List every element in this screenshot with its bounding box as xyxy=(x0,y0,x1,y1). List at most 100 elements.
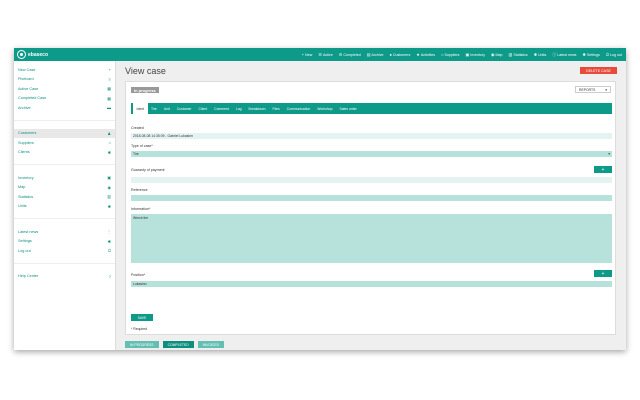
topnav-suppliers[interactable]: ⌂ Suppliers xyxy=(441,52,459,57)
sidebar-item-label: Map xyxy=(18,185,26,190)
save-button[interactable]: SAVE xyxy=(131,314,153,321)
sidebar-item-suppliers[interactable]: Suppliers ⌂ xyxy=(14,138,115,148)
tab-unit[interactable]: Unit xyxy=(160,103,173,114)
tab-communication[interactable]: Communication xyxy=(283,103,314,114)
sidebar-item-help-center[interactable]: Help Center? xyxy=(14,272,115,282)
sidebar-item-label: Customers xyxy=(18,131,37,136)
main-content: View case DELETE CASE In progress REPORT… xyxy=(116,61,626,350)
plus-icon: + xyxy=(601,270,605,277)
logo[interactable]: ebaseco xyxy=(17,50,48,59)
sidebar-item-statistics[interactable]: Statistics ▥ xyxy=(14,192,115,202)
topnav-archive[interactable]: ▤ Archive xyxy=(367,52,384,57)
topnav-new[interactable]: + New xyxy=(302,52,313,57)
plus-icon: + xyxy=(301,52,305,57)
list-icon: ≡ xyxy=(108,76,111,82)
sidebar-item-latest-news[interactable]: Latest news ⋮ xyxy=(14,227,115,237)
tab-workshop[interactable]: Workshop xyxy=(314,103,336,114)
topnav-label: Customers xyxy=(392,52,411,57)
position-input[interactable]: Lukasinn xyxy=(131,281,612,287)
topnav-settings[interactable]: ✱ Settings xyxy=(582,52,599,57)
sidebar-item-archive[interactable]: Archive ▬ xyxy=(14,103,115,113)
status-tabs: IN PROGRESS COMPLETED INVOICED xyxy=(125,341,228,348)
sidebar-item-new-case[interactable]: New Case + xyxy=(14,65,115,75)
tab-files[interactable]: Files xyxy=(269,103,283,114)
topnav-label: Archive xyxy=(371,52,384,57)
app-window: ebaseco + New ☰ Active ☰ Completed ▤ Archive… xyxy=(14,48,626,350)
sidebar-divider xyxy=(14,113,115,121)
type-of-case-select[interactable]: Tire ▾ xyxy=(131,151,612,157)
tab-breakdown[interactable]: Breakdown xyxy=(245,103,269,114)
sidebar-group-contacts: Customers ♟ Suppliers ⌂ Clients ✱ xyxy=(14,125,115,158)
case-card: In progress REPORTS ▾ Ident Tire Unit Cu… xyxy=(125,81,616,335)
sidebar-item-customers[interactable]: Customers ♟ xyxy=(14,128,115,138)
sidebar-group-account: Latest news ⋮ Settings ✱ Log out ⏻ xyxy=(14,223,115,256)
sidebar-item-label: Clients xyxy=(18,150,30,155)
topnav-inventory[interactable]: ▣ Inventory xyxy=(465,52,485,57)
tab-log[interactable]: Log xyxy=(232,103,245,114)
reports-label: REPORTS xyxy=(579,87,596,92)
tab-sales-order[interactable]: Sales order xyxy=(336,103,360,114)
created-label: Created xyxy=(131,126,144,130)
add-position-button[interactable]: + xyxy=(594,270,612,277)
topnav-latest-news[interactable]: ⓘ Latest news xyxy=(552,52,576,58)
star-icon: ★ xyxy=(416,52,420,57)
topnav-customers[interactable]: ● Customers xyxy=(389,52,410,57)
tab-client[interactable]: Client xyxy=(195,103,211,114)
sidebar-item-log-out[interactable]: Log out ⏻ xyxy=(14,246,115,256)
topnav-label: Completed xyxy=(343,52,361,57)
list-icon: ☰ xyxy=(338,52,343,57)
gear-icon: ✱ xyxy=(107,238,111,244)
topnav-activities[interactable]: ★ Activities xyxy=(416,52,435,57)
status-tab-invoiced[interactable]: INVOICED xyxy=(197,341,225,348)
topnav-active[interactable]: ☰ Active xyxy=(318,52,332,57)
add-payment-button[interactable]: + xyxy=(594,166,612,173)
list-icon: ☰ xyxy=(318,52,322,57)
logout-icon: ⏻ xyxy=(107,248,111,254)
tab-ident[interactable]: Ident xyxy=(133,103,148,114)
tab-customer[interactable]: Customer xyxy=(173,103,195,114)
tab-tire[interactable]: Tire xyxy=(148,103,161,114)
gear-icon: ✱ xyxy=(107,203,111,209)
info-icon: ⋮ xyxy=(107,229,111,235)
sidebar-item-label: Settings xyxy=(18,239,32,244)
sidebar-item-completed-case[interactable]: Completed Case ▦ xyxy=(14,94,115,104)
type-of-case-label: Type of case* xyxy=(131,144,153,148)
topnav-statistics[interactable]: ▥ Statistics xyxy=(509,52,528,57)
topnav-label: Active xyxy=(322,52,333,57)
sidebar-item-label: Log out xyxy=(18,248,31,253)
topnav-log-out[interactable]: ⏻ Log out xyxy=(606,52,622,57)
topnav-map[interactable]: ◉ Map xyxy=(491,52,503,57)
status-badge: In progress xyxy=(131,87,159,93)
list-icon: ▦ xyxy=(107,86,111,92)
status-tab-completed[interactable]: COMPLETED xyxy=(162,341,194,348)
information-textarea[interactable]: Wreck tire xyxy=(131,214,612,263)
sidebar-item-clients[interactable]: Clients ✱ xyxy=(14,148,115,158)
home-icon: ⌂ xyxy=(108,140,111,146)
sidebar-item-label: Completed Case xyxy=(18,96,47,101)
sidebar-group-cases: New Case + Pixelcard ≡ Active Case ▦ Comple… xyxy=(14,61,115,113)
tab-comment[interactable]: Comment xyxy=(211,103,233,114)
sidebar-item-active-case[interactable]: Active Case ▦ xyxy=(14,84,115,94)
topnav-label: Suppliers xyxy=(444,52,460,57)
topnav-completed[interactable]: ☰ Completed xyxy=(339,52,361,57)
reports-dropdown[interactable]: REPORTS ▾ xyxy=(575,86,611,93)
sidebar-item-label: Active Case xyxy=(18,86,39,91)
logo-text: ebaseco xyxy=(28,51,49,58)
guaranty-of-payment-field[interactable] xyxy=(131,177,612,183)
folder-icon: ▬ xyxy=(107,105,111,111)
caret-down-icon: ▾ xyxy=(605,87,607,92)
top-nav-menu: + New ☰ Active ☰ Completed ▤ Archive ● Custom… xyxy=(296,52,626,58)
delete-case-button[interactable]: DELETE CASE xyxy=(580,67,617,74)
sidebar-item-inventory[interactable]: Inventory ▣ xyxy=(14,173,115,183)
gear-icon: ✱ xyxy=(582,52,586,57)
sidebar-item-map[interactable]: Map ◉ xyxy=(14,183,115,193)
home-icon: ⌂ xyxy=(441,52,444,57)
status-tab-in-progress[interactable]: IN PROGRESS xyxy=(125,341,159,348)
topnav-units[interactable]: ✱ Units xyxy=(534,52,547,57)
sidebar-item-pixelcard[interactable]: Pixelcard ≡ xyxy=(14,75,115,85)
sidebar-item-settings[interactable]: Settings ✱ xyxy=(14,237,115,247)
page-title: View case xyxy=(125,66,166,76)
sidebar-item-units[interactable]: Units ✱ xyxy=(14,202,115,212)
reference-input[interactable] xyxy=(131,195,612,201)
topnav-label: Units xyxy=(538,52,547,57)
